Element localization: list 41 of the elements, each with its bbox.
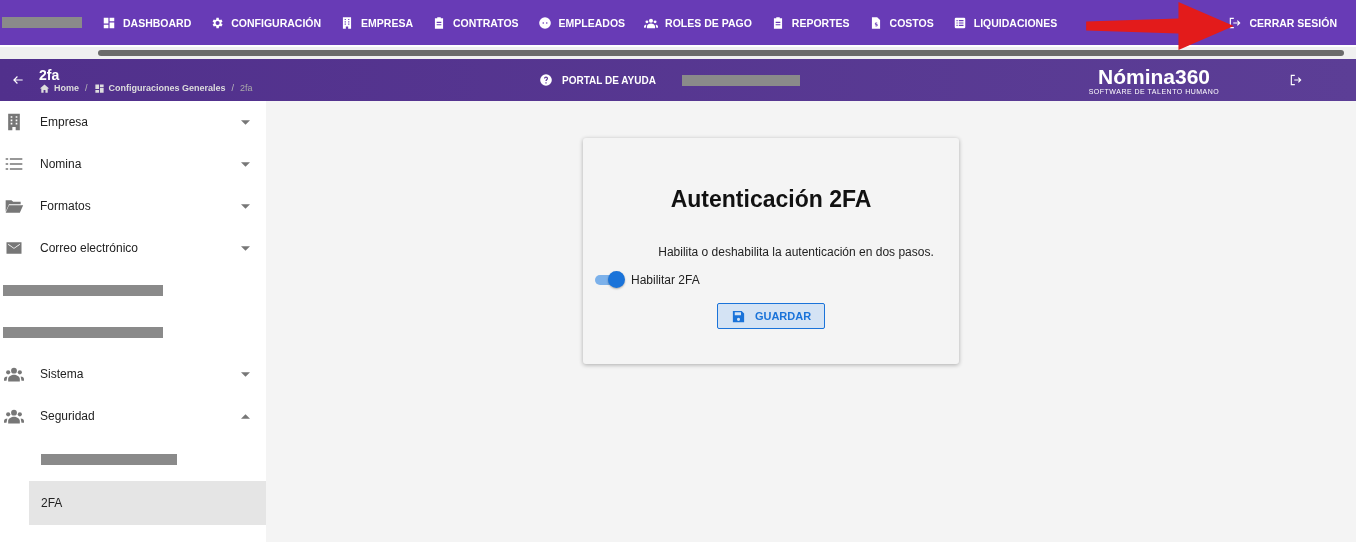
breadcrumb-link[interactable]: 2fa — [240, 83, 253, 93]
dashboard-icon — [93, 82, 105, 94]
help-link[interactable]: PORTAL DE AYUDA — [539, 73, 656, 87]
save-button[interactable]: GUARDAR — [716, 303, 826, 329]
nav-link[interactable]: CONTRATOS — [432, 15, 519, 30]
description-text: Habilita o deshabilita la autenticación en dos pasos. — [657, 245, 934, 259]
logo-text: Nómina360 — [1097, 65, 1210, 88]
back-arrow-icon[interactable] — [11, 73, 25, 87]
sidebar-item[interactable]: Nomina — [0, 143, 266, 185]
sidebar-subitem[interactable]: 2FA — [29, 481, 266, 525]
nav-link[interactable]: EMPRESA — [340, 15, 414, 30]
breadcrumb-separator: / — [84, 83, 89, 93]
sidebar-item[interactable]: Empresa — [0, 101, 266, 143]
sidebar-item[interactable]: Correo electrónico — [0, 227, 266, 269]
page-title: 2fa — [39, 66, 61, 83]
nav-link[interactable]: DASHBOARD — [102, 15, 192, 30]
logout-link[interactable]: CERRAR SESIÓN — [1228, 15, 1337, 30]
nav-link[interactable]: LIQUIDACIONES — [952, 15, 1058, 30]
nav-link[interactable]: REPORTES — [770, 15, 850, 30]
home-icon — [39, 82, 50, 94]
list-icon — [952, 15, 967, 30]
gear-icon — [210, 15, 225, 30]
nav-link[interactable]: COSTOS — [868, 15, 934, 30]
horizontal-scrollbar[interactable] — [0, 45, 1356, 59]
face-icon — [537, 15, 552, 30]
sidebar-item[interactable]: Formatos — [0, 185, 266, 227]
logout-icon[interactable] — [1289, 73, 1303, 87]
toggle-label: Habilitar 2FA — [631, 273, 700, 287]
toggle-switch[interactable] — [595, 271, 625, 289]
dashboard-icon — [102, 15, 116, 30]
logout-icon — [1228, 15, 1243, 30]
nav-link[interactable]: ROLES DE PAGO — [644, 15, 752, 30]
sidebar-item[interactable]: Sistema — [0, 353, 266, 395]
breadcrumb-link[interactable]: Configuraciones Generales — [108, 83, 226, 93]
breadcrumb-separator: / — [230, 83, 236, 93]
nav-link[interactable]: EMPLEADOS — [537, 15, 626, 30]
nav-link[interactable]: CONFIGURACIÓN — [210, 15, 322, 30]
card-title: Autenticación 2FA — [670, 186, 872, 213]
breadcrumb-link[interactable]: Home — [54, 83, 79, 93]
sidebar-item[interactable]: Seguridad — [0, 395, 266, 437]
help-icon — [539, 73, 553, 87]
